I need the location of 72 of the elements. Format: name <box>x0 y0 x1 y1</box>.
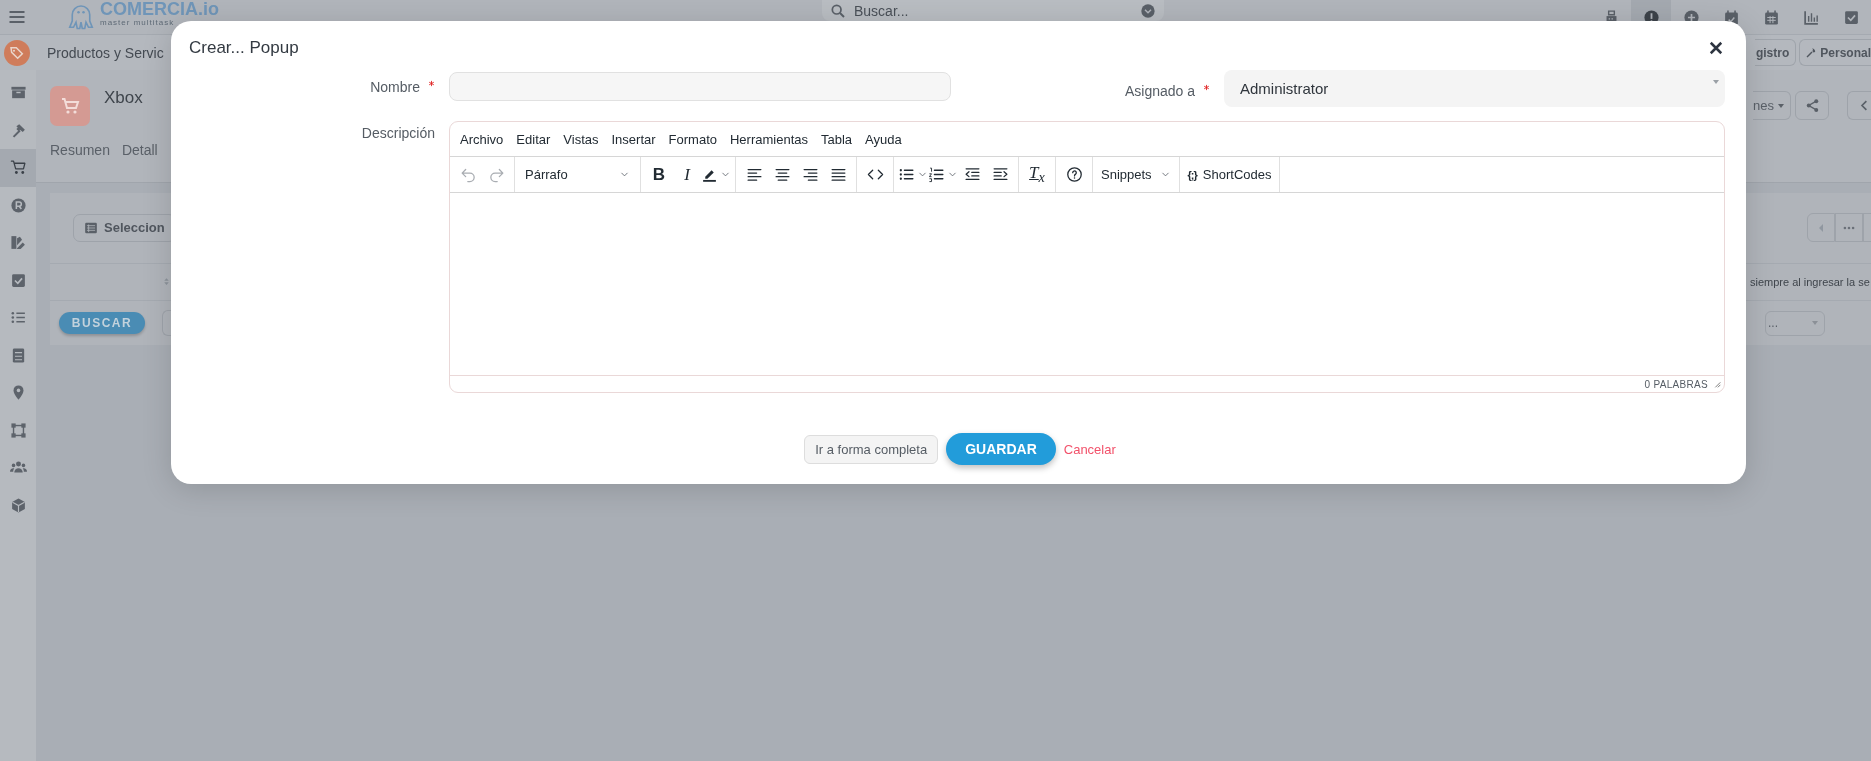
numbered-list-icon <box>928 166 945 183</box>
logo-tagline: master multitask <box>100 18 176 27</box>
undo-icon <box>459 166 477 183</box>
calendar-check-icon <box>1722 8 1740 26</box>
caret-icon <box>1812 321 1818 326</box>
align-center-icon <box>773 166 791 183</box>
wrench-icon <box>1805 46 1818 59</box>
italic-button[interactable]: I <box>673 160 701 189</box>
checkbox-icon <box>1842 8 1860 26</box>
field-label: Descripción <box>361 125 435 141</box>
menu-item[interactable]: Insertar <box>611 127 662 151</box>
align-right-icon <box>801 166 819 183</box>
cart-icon <box>9 159 27 177</box>
indent-icon <box>991 166 1009 183</box>
cart-icon <box>50 86 90 126</box>
menu-item[interactable]: Archivo <box>460 127 510 151</box>
redo-icon <box>487 166 505 183</box>
button-label: ShortCodes <box>1202 167 1272 182</box>
bold-button[interactable]: B <box>645 160 673 189</box>
header-button[interactable]: gistro <box>1754 39 1797 66</box>
bar-chart-icon <box>1802 8 1820 26</box>
search-icon <box>830 2 846 19</box>
bullet-list-icon <box>898 166 915 183</box>
module-title: Productos y Servic <box>47 44 164 61</box>
close-button[interactable] <box>1707 39 1725 57</box>
tag-icon <box>4 39 30 66</box>
share-icon <box>1804 98 1820 113</box>
cube-icon <box>9 496 27 514</box>
checkbox-icon <box>9 271 27 289</box>
table-icon <box>84 220 98 235</box>
word-count: 0 PALABRAS <box>1644 378 1708 390</box>
snippets-dropdown[interactable]: Snippets <box>1097 160 1175 189</box>
back-button[interactable] <box>1847 91 1871 120</box>
vector-square-icon <box>9 421 27 439</box>
field-label: Nombre <box>370 78 420 95</box>
assigned-select[interactable]: Administrator <box>1224 70 1725 107</box>
search-field[interactable]: Buscar... <box>822 0 1164 21</box>
clear-formatting-button[interactable]: T$_{x}$ <box>1023 160 1051 189</box>
cancel-link[interactable]: Cancelar <box>1063 441 1116 457</box>
caret-icon <box>1778 103 1784 108</box>
outdent-icon <box>963 166 981 183</box>
resize-handle-icon[interactable] <box>1712 379 1722 389</box>
header-button[interactable]: Personal <box>1799 39 1871 66</box>
menu-item[interactable]: Ayuda <box>865 127 908 151</box>
swatch-icon <box>9 234 27 252</box>
help-text: siempre al ingresar la se <box>1750 275 1870 288</box>
justify-icon <box>829 166 847 183</box>
share-button[interactable] <box>1795 91 1829 120</box>
block-format-select[interactable]: Párrafo <box>519 160 636 189</box>
logo-wordmark: COMERCIA.io <box>100 0 219 18</box>
full-form-button[interactable]: Ir a forma completa <box>804 434 939 464</box>
search-placeholder: Buscar... <box>854 2 910 19</box>
menu-item[interactable]: Vistas <box>563 127 605 151</box>
menu-item[interactable]: Tabla <box>821 127 859 151</box>
sidebar-button[interactable] <box>0 149 36 187</box>
r-circle-icon <box>9 196 27 214</box>
menu-item[interactable]: Editar <box>516 127 557 151</box>
dialog-title: Crear... Popup <box>189 38 299 58</box>
triangle-left-icon <box>1819 223 1823 232</box>
menu-item[interactable]: Herramientas <box>730 127 814 151</box>
dropdown-icon[interactable] <box>1140 2 1156 19</box>
menu-item[interactable]: Formato <box>668 127 723 151</box>
caret-icon <box>1713 80 1719 84</box>
shortcodes-button[interactable]: {;} ShortCodes <box>1183 160 1276 189</box>
field-label: Asignado a <box>1124 82 1195 99</box>
braces-icon: {;} <box>1187 168 1197 181</box>
calendar-icon <box>1762 8 1780 26</box>
record-title: Xbox <box>104 88 143 108</box>
close-icon <box>1707 39 1725 57</box>
align-left-icon <box>745 166 763 183</box>
name-field[interactable] <box>449 72 951 101</box>
help-icon <box>1065 166 1083 183</box>
